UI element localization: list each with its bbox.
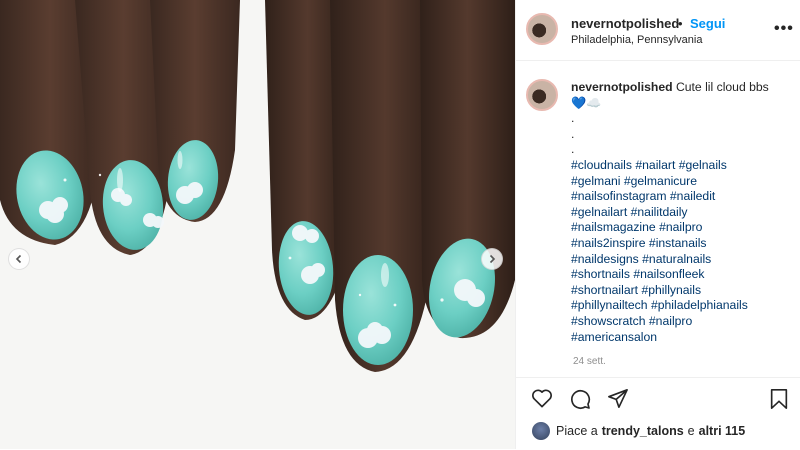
caption-text: Cute lil cloud bbs <box>675 80 769 94</box>
share-icon[interactable] <box>607 388 629 414</box>
bookmark-icon[interactable] <box>769 388 789 415</box>
hashtag-line[interactable]: #showscratch #nailpro <box>571 314 786 330</box>
caption-dot: . <box>571 126 575 141</box>
carousel-prev-button[interactable] <box>8 248 30 270</box>
chevron-right-icon <box>489 254 496 264</box>
likes-conjunction: e <box>687 424 695 438</box>
more-options-icon[interactable]: ••• <box>774 21 794 37</box>
post-side-panel: nevernotpolished • Segui Philadelphia, P… <box>515 0 800 449</box>
separator-dot: • <box>678 16 683 31</box>
caption-timestamp[interactable]: 24 sett. <box>573 356 606 367</box>
likes-others-link[interactable]: altri 115 <box>699 424 746 438</box>
hashtag-line[interactable]: #phillynailtech #philadelphianails <box>571 298 786 314</box>
author-username[interactable]: nevernotpolished <box>571 16 679 31</box>
post-location[interactable]: Philadelphia, Pennsylvania <box>571 34 702 46</box>
caption-username[interactable]: nevernotpolished <box>571 80 673 94</box>
hashtag-line[interactable]: #cloudnails #nailart #gelnails <box>571 158 786 174</box>
likes-prefix: Piace a <box>556 424 598 438</box>
post-photo[interactable] <box>0 0 515 449</box>
post-actions-bar: Piace a trendy_talons e altri 115 <box>516 377 800 450</box>
hashtag-line[interactable]: #gelnailart #nailitdaily <box>571 205 786 221</box>
nail-art-photo <box>0 0 515 449</box>
hashtag-line[interactable]: #nails2inspire #instanails <box>571 236 786 252</box>
post-caption: nevernotpolished Cute lil cloud bbs 💙☁️ … <box>571 80 786 345</box>
hashtag-line[interactable]: #gelmani #gelmanicure <box>571 174 786 190</box>
hashtag-line[interactable]: #nailsofinstagram #nailedit <box>571 189 786 205</box>
liker-avatar[interactable] <box>532 422 550 440</box>
hashtag-line[interactable]: #americansalon <box>571 330 786 346</box>
caption-author-avatar[interactable] <box>526 79 558 111</box>
caption-dot: . <box>571 142 575 157</box>
likes-summary: Piace a trendy_talons e altri 115 <box>532 422 749 440</box>
hashtag-line[interactable]: #naildesigns #naturalnails <box>571 252 786 268</box>
hashtag-line[interactable]: #shortnailart #phillynails <box>571 283 786 299</box>
author-avatar[interactable] <box>526 13 558 45</box>
carousel-next-button[interactable] <box>481 248 503 270</box>
comments-area: nevernotpolished Cute lil cloud bbs 💙☁️ … <box>516 61 800 377</box>
caption-emoji: 💙☁️ <box>571 95 602 110</box>
hashtag-line[interactable]: #shortnails #nailsonfleek <box>571 267 786 283</box>
comment-icon[interactable] <box>569 388 591 415</box>
follow-button[interactable]: Segui <box>690 16 725 31</box>
heart-icon[interactable] <box>531 388 553 413</box>
caption-dot: . <box>571 111 575 126</box>
hashtag-line[interactable]: #nailsmagazine #nailpro <box>571 220 786 236</box>
chevron-left-icon <box>15 254 22 264</box>
post-header: nevernotpolished • Segui Philadelphia, P… <box>516 0 800 61</box>
liker-username[interactable]: trendy_talons <box>602 424 684 438</box>
